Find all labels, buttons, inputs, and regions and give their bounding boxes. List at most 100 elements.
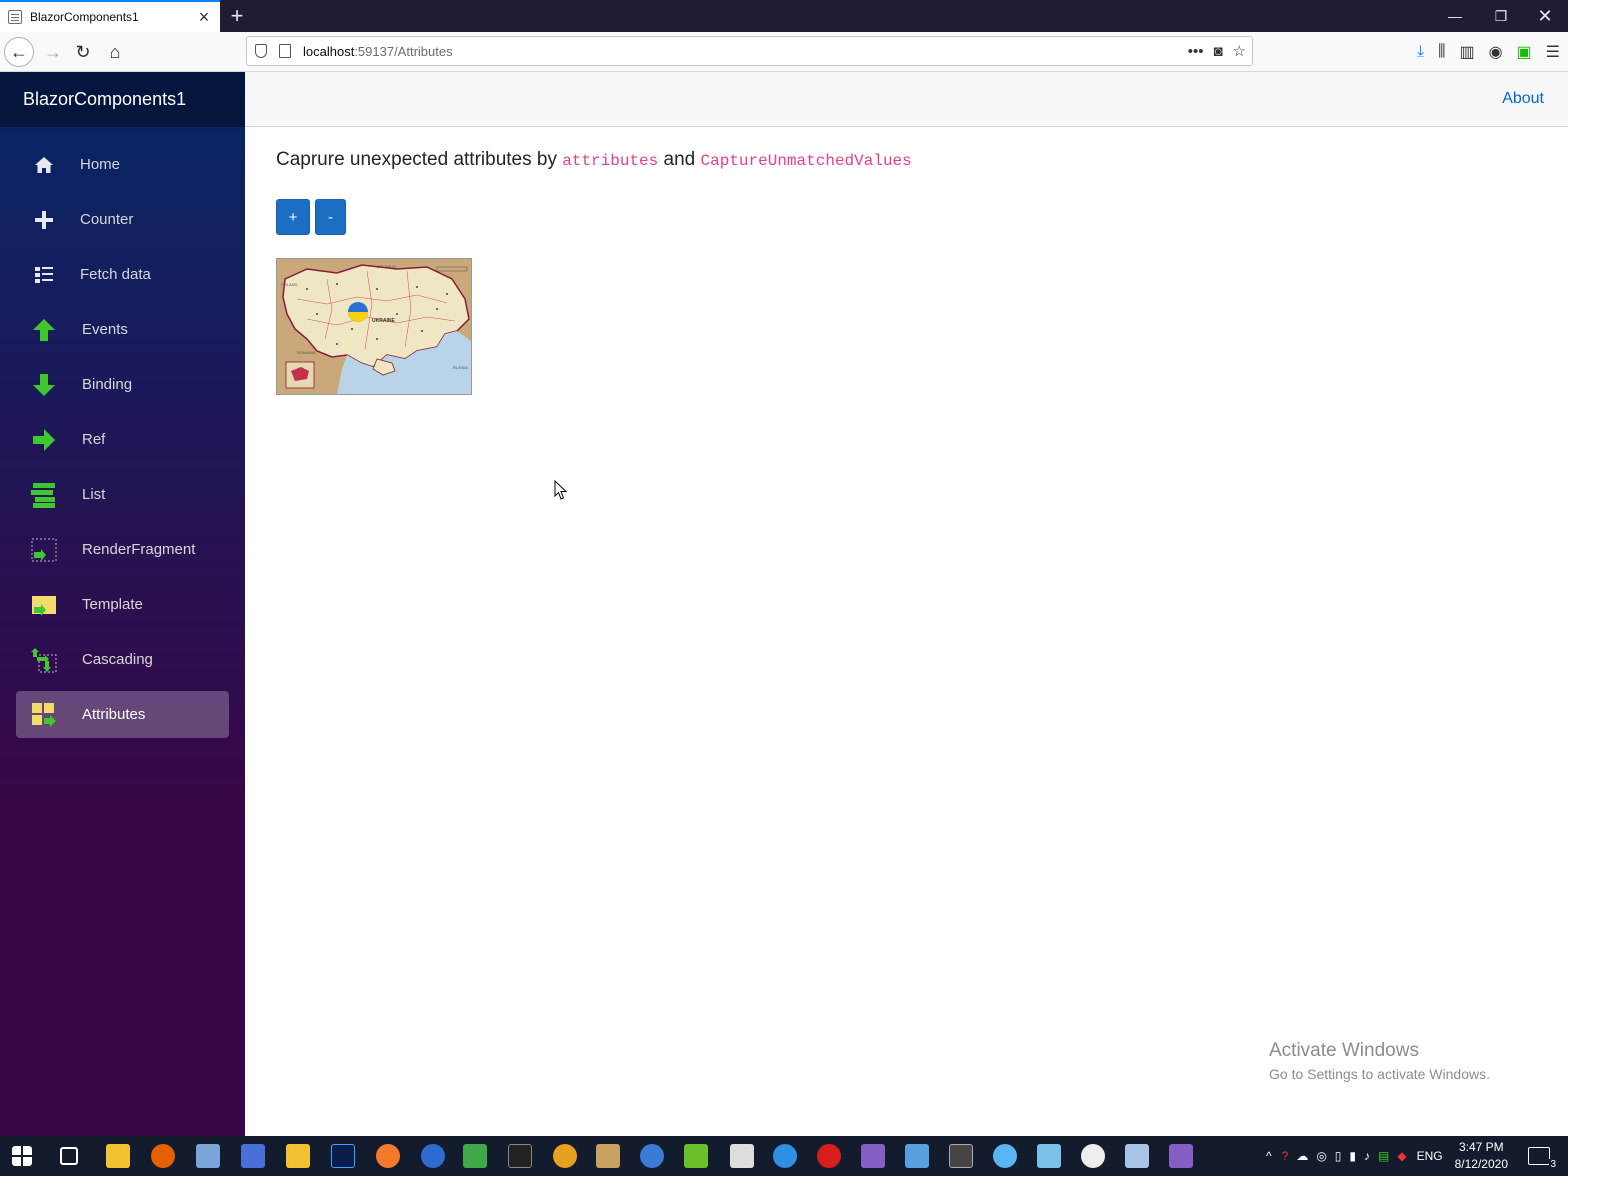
library-icon[interactable]: ⫼ [1438, 43, 1445, 61]
decrease-button[interactable]: - [315, 199, 346, 235]
brand-title[interactable]: BlazorComponents1 [0, 72, 245, 127]
app-icon-14[interactable] [684, 1144, 708, 1168]
sidebar-item-binding[interactable]: Binding [16, 361, 229, 408]
app-icon-2[interactable] [196, 1144, 220, 1168]
sidebar-toggle-icon[interactable]: ▥ [1459, 42, 1474, 62]
firefox-icon[interactable] [151, 1144, 175, 1168]
tray-monitor-icon[interactable]: ▤ [1378, 1149, 1389, 1163]
clock-date: 8/12/2020 [1454, 1157, 1508, 1171]
clock-time: 3:47 PM [1458, 1140, 1504, 1154]
sidebar-item-fetch-data[interactable]: Fetch data [16, 251, 229, 298]
tray-help-icon[interactable]: ? [1282, 1149, 1289, 1163]
tray-chevron-icon[interactable]: ^ [1266, 1149, 1272, 1163]
sidebar-item-list[interactable]: List [16, 471, 229, 518]
pocket-icon[interactable]: ◙ [1213, 43, 1222, 60]
close-tab-icon[interactable]: × [196, 8, 212, 26]
heading-and: and [663, 149, 696, 170]
sidebar-item-counter[interactable]: Counter [16, 196, 229, 243]
sidebar-item-events[interactable]: Events [16, 306, 229, 353]
windows-start-icon[interactable] [12, 1146, 32, 1166]
blender-icon[interactable] [376, 1144, 400, 1168]
sidebar: BlazorComponents1 Home Counter Fetch dat… [0, 72, 245, 1136]
reload-icon[interactable]: ↻ [68, 37, 98, 67]
sidebar-item-label: Attributes [82, 706, 146, 723]
app-icon-11[interactable] [553, 1144, 577, 1168]
tray-app-icon[interactable]: ☁ [1296, 1149, 1308, 1163]
app-icon-21[interactable] [993, 1144, 1017, 1168]
sidebar-item-renderfragment[interactable]: RenderFragment [16, 526, 229, 573]
sidebar-item-label: Binding [82, 376, 133, 393]
app-icon-16[interactable] [773, 1144, 797, 1168]
home-icon [30, 151, 58, 179]
increase-button[interactable]: + [276, 199, 310, 235]
arrow-up-icon [30, 316, 58, 344]
restore-icon[interactable]: ❐ [1478, 0, 1524, 32]
sidebar-item-cascading[interactable]: Cascading [16, 636, 229, 683]
sidebar-item-home[interactable]: Home [16, 141, 229, 188]
close-window-icon[interactable]: ✕ [1522, 0, 1568, 32]
opera-icon[interactable] [817, 1144, 841, 1168]
task-view-icon[interactable] [60, 1147, 78, 1165]
clock[interactable]: 3:47 PM 8/12/2020 [1455, 1139, 1508, 1173]
site-info-icon[interactable] [279, 44, 291, 58]
tracking-shield-icon[interactable] [255, 44, 267, 58]
notification-count: 3 [1549, 1159, 1557, 1170]
tools-icon[interactable] [596, 1144, 620, 1168]
app-icon-20[interactable] [949, 1144, 973, 1168]
folder-icon[interactable] [286, 1144, 310, 1168]
usb-icon[interactable]: ▯ [1335, 1149, 1342, 1163]
back-icon[interactable]: ← [4, 37, 34, 67]
app-icon-22[interactable] [1037, 1144, 1061, 1168]
page-actions-icon[interactable]: ••• [1188, 43, 1204, 60]
address-bar[interactable]: localhost:59137/Attributes ••• ◙ ☆ [246, 36, 1253, 66]
tray-red-icon[interactable]: ◆ [1397, 1149, 1406, 1163]
app-icon-13[interactable] [640, 1144, 664, 1168]
language-indicator[interactable]: ENG [1417, 1149, 1443, 1163]
sidebar-item-template[interactable]: Template [16, 581, 229, 628]
sidebar-item-attributes[interactable]: Attributes [16, 691, 229, 738]
app-icon-24[interactable] [1125, 1144, 1149, 1168]
account-icon[interactable]: ◉ [1489, 42, 1503, 62]
taskbar: ^ ? ☁ ◎ ▯ ▮ ♪ ▤ ◆ ENG 3:47 PM 8/12/2020 … [0, 1136, 1568, 1176]
about-link[interactable]: About [1502, 90, 1544, 108]
app-icon-23[interactable] [1081, 1144, 1105, 1168]
mouse-cursor-icon [554, 479, 568, 505]
calendar-app-icon[interactable] [730, 1144, 754, 1168]
visual-studio-icon[interactable] [861, 1144, 885, 1168]
sidebar-item-label: Cascading [82, 651, 153, 668]
chart-app-icon[interactable] [463, 1144, 487, 1168]
browser-tab[interactable]: BlazorComponents1 × [0, 0, 220, 32]
save-app-icon[interactable] [241, 1144, 265, 1168]
home-browser-icon[interactable]: ⌂ [100, 37, 130, 67]
ukraine-map-image: UKRAINE BELARUS ROMANIA RUSSIA POLAND [276, 258, 472, 395]
visual-studio-2-icon[interactable] [1169, 1144, 1193, 1168]
volume-icon[interactable]: ♪ [1364, 1149, 1370, 1163]
bookmark-star-icon[interactable]: ☆ [1233, 42, 1246, 60]
arrow-right-icon [30, 426, 58, 454]
sidebar-item-ref[interactable]: Ref [16, 416, 229, 463]
network-icon[interactable]: ◎ [1316, 1149, 1326, 1163]
notifications-icon[interactable]: 3 [1528, 1147, 1557, 1170]
downloads-icon[interactable]: ⤓ [1417, 43, 1424, 61]
battery-icon[interactable]: ▮ [1349, 1149, 1356, 1163]
terminal-icon[interactable] [508, 1144, 532, 1168]
tab-title: BlazorComponents1 [30, 10, 139, 24]
menu-icon[interactable]: ☰ [1546, 42, 1560, 62]
attributes-icon [30, 701, 58, 729]
svg-text:RUSSIA: RUSSIA [453, 365, 468, 370]
app-icon-8[interactable] [421, 1144, 445, 1168]
photoshop-icon[interactable] [331, 1144, 355, 1168]
stacked-list-icon [30, 481, 58, 509]
new-tab-icon[interactable]: + [226, 3, 248, 29]
save-extension-icon[interactable]: ▣ [1517, 42, 1532, 62]
sidebar-item-label: Counter [80, 211, 134, 228]
svg-text:UKRAINE: UKRAINE [372, 318, 395, 324]
nav-menu: Home Counter Fetch data Events Binding R… [0, 127, 245, 738]
app-icon-19[interactable] [905, 1144, 929, 1168]
sidebar-item-label: Events [82, 321, 128, 338]
forward-icon[interactable]: → [38, 37, 68, 67]
minimize-icon[interactable]: — [1432, 0, 1478, 32]
heading-code-attributes: attributes [562, 152, 659, 170]
sidebar-item-label: Fetch data [80, 266, 151, 283]
file-explorer-icon[interactable] [106, 1144, 130, 1168]
